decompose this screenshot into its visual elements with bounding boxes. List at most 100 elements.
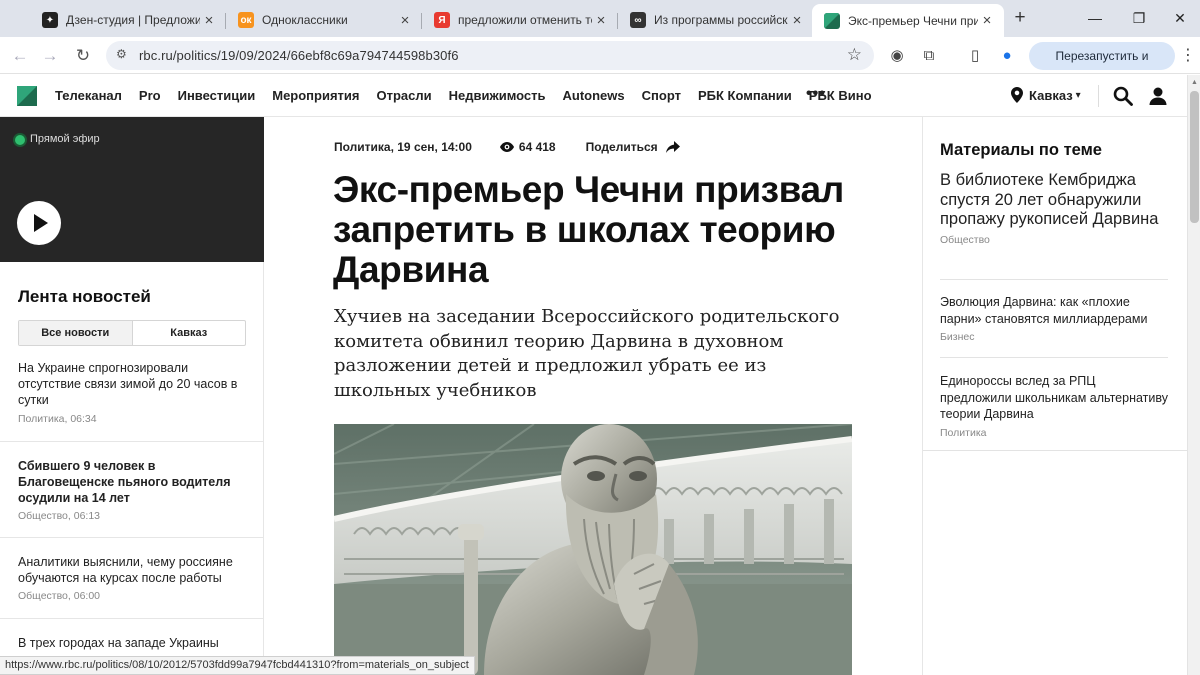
tab-title: Одноклассники [262,13,348,27]
left-sidebar: Прямой эфир Лента новостей Все новости К… [0,117,264,675]
related-item-title: Эволюция Дарвина: как «плохие парни» ста… [940,295,1148,326]
statue-photo-illustration [334,424,852,675]
nav-link-realty[interactable]: Недвижимость [449,88,546,103]
region-label: Кавказ [1029,87,1073,103]
article-views: 64 418 [499,140,556,154]
tab-region-news[interactable]: Кавказ [133,321,246,345]
ok-icon: ок [238,12,254,28]
site-nav: Телеканал Pro Инвестиции Мероприятия Отр… [55,88,872,103]
side-panel-icon[interactable]: ▯ [964,45,986,67]
related-item-category: Бизнес [940,331,975,343]
chevron-down-icon: ▾ [1075,89,1081,101]
region-selector[interactable]: Кавказ ▾ [1011,87,1081,103]
rbc-logo[interactable] [17,86,37,106]
nav-link-sport[interactable]: Спорт [642,88,681,103]
close-tab-icon[interactable]: × [592,12,610,29]
share-button[interactable]: Поделиться [586,140,680,154]
share-label: Поделиться [585,140,658,154]
related-item-category: Общество [940,233,990,246]
browser-tabstrip: ✦ Дзен-студия | Предложили × ок Одноклас… [0,0,1200,37]
close-tab-icon[interactable]: × [788,12,806,29]
scrollbar-thumb[interactable] [1190,91,1199,223]
views-count: 64 418 [518,140,556,154]
article-rubric-date[interactable]: Политика, 19 сен, 14:00 [334,140,472,154]
forward-arrow-icon[interactable]: → [38,44,62,68]
related-divider [940,357,1168,358]
new-tab-button[interactable]: + [1009,7,1031,29]
nav-more-icon[interactable]: ••• [806,85,826,103]
rbc-icon [824,12,840,29]
related-title: Материалы по теме [940,141,1102,159]
article-lead: Хучиев на заседании Всероссийского родит… [334,306,840,401]
eye-icon [499,142,514,152]
article-photo-darwin-statue [334,424,852,675]
news-item-meta: Политика, 06:34 [18,413,97,425]
browser-menu-icon[interactable]: ⋮ [1180,45,1196,65]
yandex-icon: Я [434,12,450,28]
address-bar[interactable]: ⚙ rbc.ru/politics/19/09/2024/66ebf8c69a7… [106,41,874,70]
browser-tab-link[interactable]: ∞ Из программы российских × [618,5,814,35]
related-bottom-divider [923,450,1188,451]
related-item-category: Политика [940,426,987,439]
news-feed-item[interactable]: Аналитики выяснили, чему россияне обучаю… [0,554,264,619]
browser-tab-dzen[interactable]: ✦ Дзен-студия | Предложили × [30,5,226,35]
search-icon[interactable] [1113,86,1133,106]
live-label: Прямой эфир [30,133,100,145]
nav-link-autonews[interactable]: Autonews [563,88,625,103]
browser-tab-ok[interactable]: ок Одноклассники × [226,5,422,35]
reload-icon[interactable]: ↻ [71,44,95,68]
page-scrollbar[interactable]: ▲ [1187,75,1200,675]
browser-tab-rbc-active[interactable]: Экс-премьер Чечни призв × [812,4,1004,37]
close-tab-icon[interactable]: × [978,12,996,29]
related-item[interactable]: В библиотеке Кембриджа спустя 20 лет обн… [940,171,1168,246]
back-arrow-icon[interactable]: ← [8,44,32,68]
tab-title: Из программы российских [654,13,788,27]
news-feed-tabs: Все новости Кавказ [18,320,246,346]
close-window-button[interactable]: ✕ [1160,6,1200,30]
live-indicator-icon [15,135,25,145]
related-item[interactable]: Единороссы вслед за РПЦ предложили школь… [940,373,1168,439]
news-item-meta: Общество, 06:13 [18,510,101,522]
nav-link-pro[interactable]: Pro [139,88,161,103]
tab-title: Дзен-студия | Предложили [66,13,200,27]
news-item-title: В трех городах на западе Украины [18,636,219,650]
link-status-bar: https://www.rbc.ru/politics/08/10/2012/5… [0,656,475,675]
site-info-icon[interactable]: ⚙ [116,47,127,61]
related-divider [940,279,1168,280]
close-tab-icon[interactable]: × [396,12,414,29]
close-tab-icon[interactable]: × [200,12,218,29]
link-icon: ∞ [630,12,646,28]
news-item-meta: Общество, 06:00 [18,590,101,602]
browser-tab-yandex[interactable]: Я предложили отменить теор × [422,5,618,35]
news-item-title: На Украине спрогнозировали отсутствие св… [18,361,238,407]
related-item-title: Единороссы вслед за РПЦ предложили школь… [940,374,1168,421]
scroll-up-arrow-icon[interactable]: ▲ [1191,79,1198,86]
live-stream-player[interactable]: Прямой эфир [0,117,264,262]
related-materials: Материалы по теме В библиотеке Кембриджа… [922,117,1188,675]
restore-window-button[interactable]: ❐ [1119,6,1159,30]
relaunch-update-button[interactable]: Перезапустить и обновить [1029,42,1175,91]
lens-icon[interactable]: ◉ [886,45,908,67]
nav-link-companies[interactable]: РБК Компании [698,88,792,103]
news-item-title: Сбившего 9 человек в Благовещенске пьяно… [18,459,231,505]
related-item[interactable]: Эволюция Дарвина: как «плохие парни» ста… [940,294,1168,343]
dzen-icon: ✦ [42,12,58,28]
nav-link-events[interactable]: Мероприятия [272,88,359,103]
site-header: Телеканал Pro Инвестиции Мероприятия Отр… [0,75,1187,117]
nav-link-investments[interactable]: Инвестиции [178,88,256,103]
nav-link-tv[interactable]: Телеканал [55,88,122,103]
share-arrow-icon [665,141,680,153]
nav-link-industries[interactable]: Отрасли [377,88,432,103]
user-profile-icon[interactable] [1148,86,1168,106]
bookmark-star-icon[interactable]: ☆ [847,45,862,65]
news-feed-title: Лента новостей [18,287,151,306]
address-url[interactable]: rbc.ru/politics/19/09/2024/66ebf8c69a794… [139,48,459,63]
play-button[interactable] [17,201,61,245]
news-feed-item[interactable]: На Украине спрогнозировали отсутствие св… [0,360,264,442]
location-pin-icon [1011,87,1023,103]
profile-avatar-icon[interactable]: ● [996,45,1018,67]
news-feed-item[interactable]: Сбившего 9 человек в Благовещенске пьяно… [0,458,264,538]
extensions-puzzle-icon[interactable]: ⧉ [918,45,940,67]
tab-all-news[interactable]: Все новости [19,321,133,345]
minimize-window-button[interactable]: — [1075,6,1115,30]
